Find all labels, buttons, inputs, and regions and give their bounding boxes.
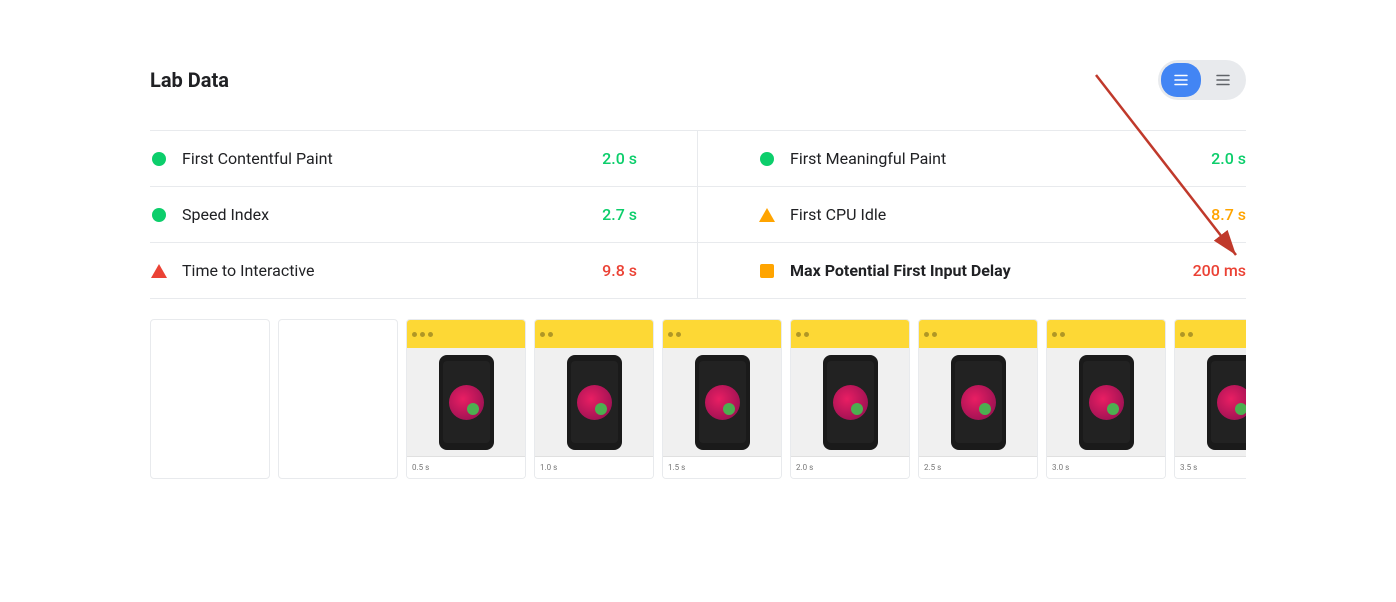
filmstrip-frame: 3.5 s [1174, 319, 1246, 479]
metric-first-cpu-idle: First CPU Idle 8.7 s [698, 187, 1246, 243]
view-toggle [1158, 60, 1246, 100]
green-circle-icon [150, 150, 168, 168]
metric-value: 2.0 s [1211, 149, 1246, 168]
metric-value: 200 ms [1193, 261, 1246, 280]
section-title: Lab Data [150, 68, 229, 92]
metric-label: Speed Index [182, 205, 602, 224]
filmstrip-frame [278, 319, 398, 479]
metric-speed-index: Speed Index 2.7 s [150, 187, 698, 243]
filmstrip-frame: 2.5 s [918, 319, 1038, 479]
filmstrip-frame: 0.5 s [406, 319, 526, 479]
filmstrip: 0.5 s 1.0 s 1.5 s 2.0 s [150, 319, 1246, 479]
metric-label: First Meaningful Paint [790, 149, 1211, 168]
metric-value: 2.7 s [602, 205, 637, 224]
grid-view-button[interactable] [1203, 63, 1243, 97]
filmstrip-frame [150, 319, 270, 479]
metric-value: 9.8 s [602, 261, 637, 280]
metric-first-meaningful-paint: First Meaningful Paint 2.0 s [698, 131, 1246, 187]
red-triangle-icon [150, 262, 168, 280]
metric-value: 8.7 s [1211, 205, 1246, 224]
metric-time-to-interactive: Time to Interactive 9.8 s [150, 243, 698, 299]
filmstrip-frame: 1.5 s [662, 319, 782, 479]
filmstrip-frame: 1.0 s [534, 319, 654, 479]
filmstrip-frame: 3.0 s [1046, 319, 1166, 479]
green-circle-icon [150, 206, 168, 224]
metric-max-potential-fid: Max Potential First Input Delay 200 ms [698, 243, 1246, 299]
metric-first-contentful-paint: First Contentful Paint 2.0 s [150, 131, 698, 187]
orange-square-icon [758, 262, 776, 280]
orange-triangle-icon [758, 206, 776, 224]
list-view-button[interactable] [1161, 63, 1201, 97]
metric-label: First Contentful Paint [182, 149, 602, 168]
green-circle-icon [758, 150, 776, 168]
metric-label: Max Potential First Input Delay [790, 261, 1193, 280]
filmstrip-frame: 2.0 s [790, 319, 910, 479]
metrics-grid: First Contentful Paint 2.0 s First Meani… [150, 130, 1246, 299]
metric-label: Time to Interactive [182, 261, 602, 280]
metric-value: 2.0 s [602, 149, 637, 168]
metric-label: First CPU Idle [790, 205, 1211, 224]
